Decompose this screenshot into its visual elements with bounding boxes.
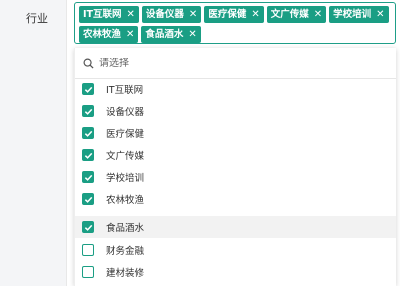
industry-multiselect[interactable]: IT互联网 ✕ 设备仪器 ✕ 医疗保健 ✕ 文广传媒 ✕ 学校培训 ✕ 农林牧渔 ✕ 食品酒… [74,2,396,44]
dropdown-search [75,48,396,79]
close-icon[interactable]: ✕ [189,6,197,23]
option-education[interactable]: 学校培训 [75,166,396,188]
tag-label: 食品酒水 [145,29,184,40]
option-finance[interactable]: 财务金融 [75,239,396,261]
tag-media: 文广传媒 ✕ [266,6,327,23]
form-label-column: 行业 [0,0,67,286]
option-healthcare[interactable]: 医疗保健 [75,122,396,144]
option-label: 设备仪器 [106,107,145,118]
tag-education: 学校培训 ✕ [329,6,389,23]
checkbox-checked[interactable] [82,193,94,205]
option-label: 财务金融 [106,246,145,257]
option-equipment[interactable]: 设备仪器 [75,100,396,122]
search-icon [83,58,94,69]
checkbox-checked[interactable] [82,127,94,139]
option-label: 医疗保健 [106,129,145,140]
option-label: 农林牧渔 [106,195,145,206]
check-icon [84,196,92,203]
tag-food-beverage: 食品酒水 ✕ [141,26,201,43]
checkbox-checked[interactable] [82,171,94,183]
option-label: IT互联网 [106,85,144,96]
check-icon [84,86,92,93]
tag-label: 学校培训 [333,9,372,20]
option-agriculture[interactable]: 农林牧渔 [75,188,396,210]
tag-label: 农林牧渔 [83,29,122,40]
tag-label: 文广传媒 [270,9,309,20]
checkbox-checked[interactable] [82,149,94,161]
industry-label: 行业 [26,12,48,25]
options-dropdown: IT互联网 设备仪器 医疗保健 文广传媒 学校培训 农林牧渔 食品酒水 财务金融… [74,48,396,286]
tag-healthcare: 医疗保健 ✕ [204,6,264,23]
option-it-internet[interactable]: IT互联网 [75,78,396,100]
check-icon [84,108,92,115]
tag-agriculture: 农林牧渔 ✕ [79,26,139,43]
checkbox-unchecked[interactable] [82,266,94,278]
tag-it-internet: IT互联网 ✕ [79,6,139,23]
option-label: 学校培训 [106,173,145,184]
search-input[interactable] [99,57,299,69]
tag-equipment: 设备仪器 ✕ [141,6,202,23]
close-icon[interactable]: ✕ [376,6,384,23]
option-label: 食品酒水 [106,223,145,234]
close-icon[interactable]: ✕ [126,26,134,43]
option-media[interactable]: 文广传媒 [75,144,396,166]
check-icon [84,152,92,159]
checkbox-checked[interactable] [82,221,94,233]
close-icon[interactable]: ✕ [188,26,196,43]
option-food-beverage[interactable]: 食品酒水 [75,216,396,238]
close-icon[interactable]: ✕ [127,6,135,23]
close-icon[interactable]: ✕ [251,6,259,23]
tag-label: 设备仪器 [145,9,184,20]
option-building-materials[interactable]: 建材装修 [75,261,396,283]
check-icon [84,130,92,137]
checkbox-checked[interactable] [82,105,94,117]
tag-label: 医疗保健 [208,9,247,20]
option-label: 建材装修 [106,268,145,279]
check-icon [84,174,92,181]
checkbox-checked[interactable] [82,83,94,95]
close-icon[interactable]: ✕ [314,6,322,23]
tag-label: IT互联网 [83,9,122,20]
option-label: 文广传媒 [106,151,145,162]
checkbox-unchecked[interactable] [82,244,94,256]
check-icon [84,224,92,231]
